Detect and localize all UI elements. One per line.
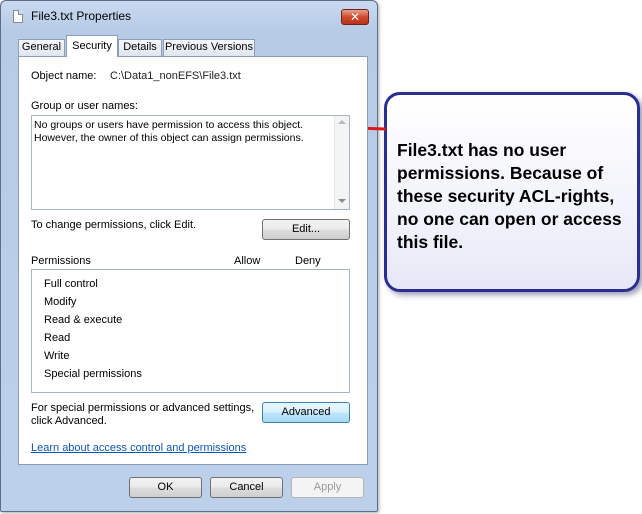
permission-item: Read (44, 332, 71, 344)
tab-general[interactable]: General (18, 39, 65, 56)
tab-previous-versions[interactable]: Previous Versions (163, 39, 255, 56)
ok-button[interactable]: OK (129, 477, 202, 498)
permission-item: Full control (44, 278, 98, 290)
special-permissions-text-line2: click Advanced. (31, 415, 107, 427)
group-names-label: Group or user names: (31, 100, 138, 112)
change-permissions-text: To change permissions, click Edit. (31, 219, 197, 231)
group-names-message-line1: No groups or users have permission to ac… (34, 119, 304, 131)
security-tab-panel: Object name: C:\Data1_nonEFS\File3.txt G… (18, 56, 368, 465)
object-name-label: Object name: (31, 70, 97, 82)
permissions-list: Full control Modify Read & execute Read … (31, 269, 350, 393)
object-name-value: C:\Data1_nonEFS\File3.txt (110, 70, 241, 82)
document-icon (13, 10, 23, 23)
permission-item: Read & execute (44, 314, 123, 326)
deny-header: Deny (295, 255, 321, 267)
special-permissions-text-line1: For special permissions or advanced sett… (31, 402, 255, 414)
group-names-listbox[interactable]: No groups or users have permission to ac… (31, 115, 350, 210)
edit-button[interactable]: Edit... (262, 219, 350, 240)
tab-details[interactable]: Details (118, 39, 162, 56)
tab-label: Security (72, 40, 112, 52)
group-names-scrollbar[interactable] (334, 116, 349, 209)
learn-access-control-link[interactable]: Learn about access control and permissio… (31, 442, 246, 454)
permission-item: Write (44, 350, 70, 362)
close-button[interactable]: ✕ (341, 9, 369, 25)
window-title: File3.txt Properties (31, 9, 132, 23)
tab-label: General (21, 41, 62, 53)
tab-label: Previous Versions (164, 41, 254, 53)
cancel-button[interactable]: Cancel (210, 477, 283, 498)
allow-header: Allow (234, 255, 261, 267)
tab-security[interactable]: Security (66, 35, 118, 57)
permission-item: Modify (44, 296, 77, 308)
advanced-button[interactable]: Advanced (262, 402, 350, 423)
permissions-header: Permissions (31, 255, 91, 267)
properties-window: File3.txt Properties ✕ General Security … (0, 0, 378, 512)
close-icon: ✕ (349, 10, 361, 24)
title-bar[interactable]: File3.txt Properties ✕ (1, 1, 377, 31)
callout-text: File3.txt has no user permissions. Becau… (397, 140, 622, 252)
annotation-callout: File3.txt has no user permissions. Becau… (384, 92, 640, 292)
permission-item: Special permissions (44, 368, 142, 380)
tab-label: Details (123, 41, 157, 53)
group-names-message-line2: However, the owner of this object can as… (34, 132, 304, 144)
scroll-down-arrow-icon[interactable] (338, 199, 346, 203)
scroll-up-arrow-icon[interactable] (338, 120, 346, 124)
apply-button[interactable]: Apply (291, 477, 364, 498)
